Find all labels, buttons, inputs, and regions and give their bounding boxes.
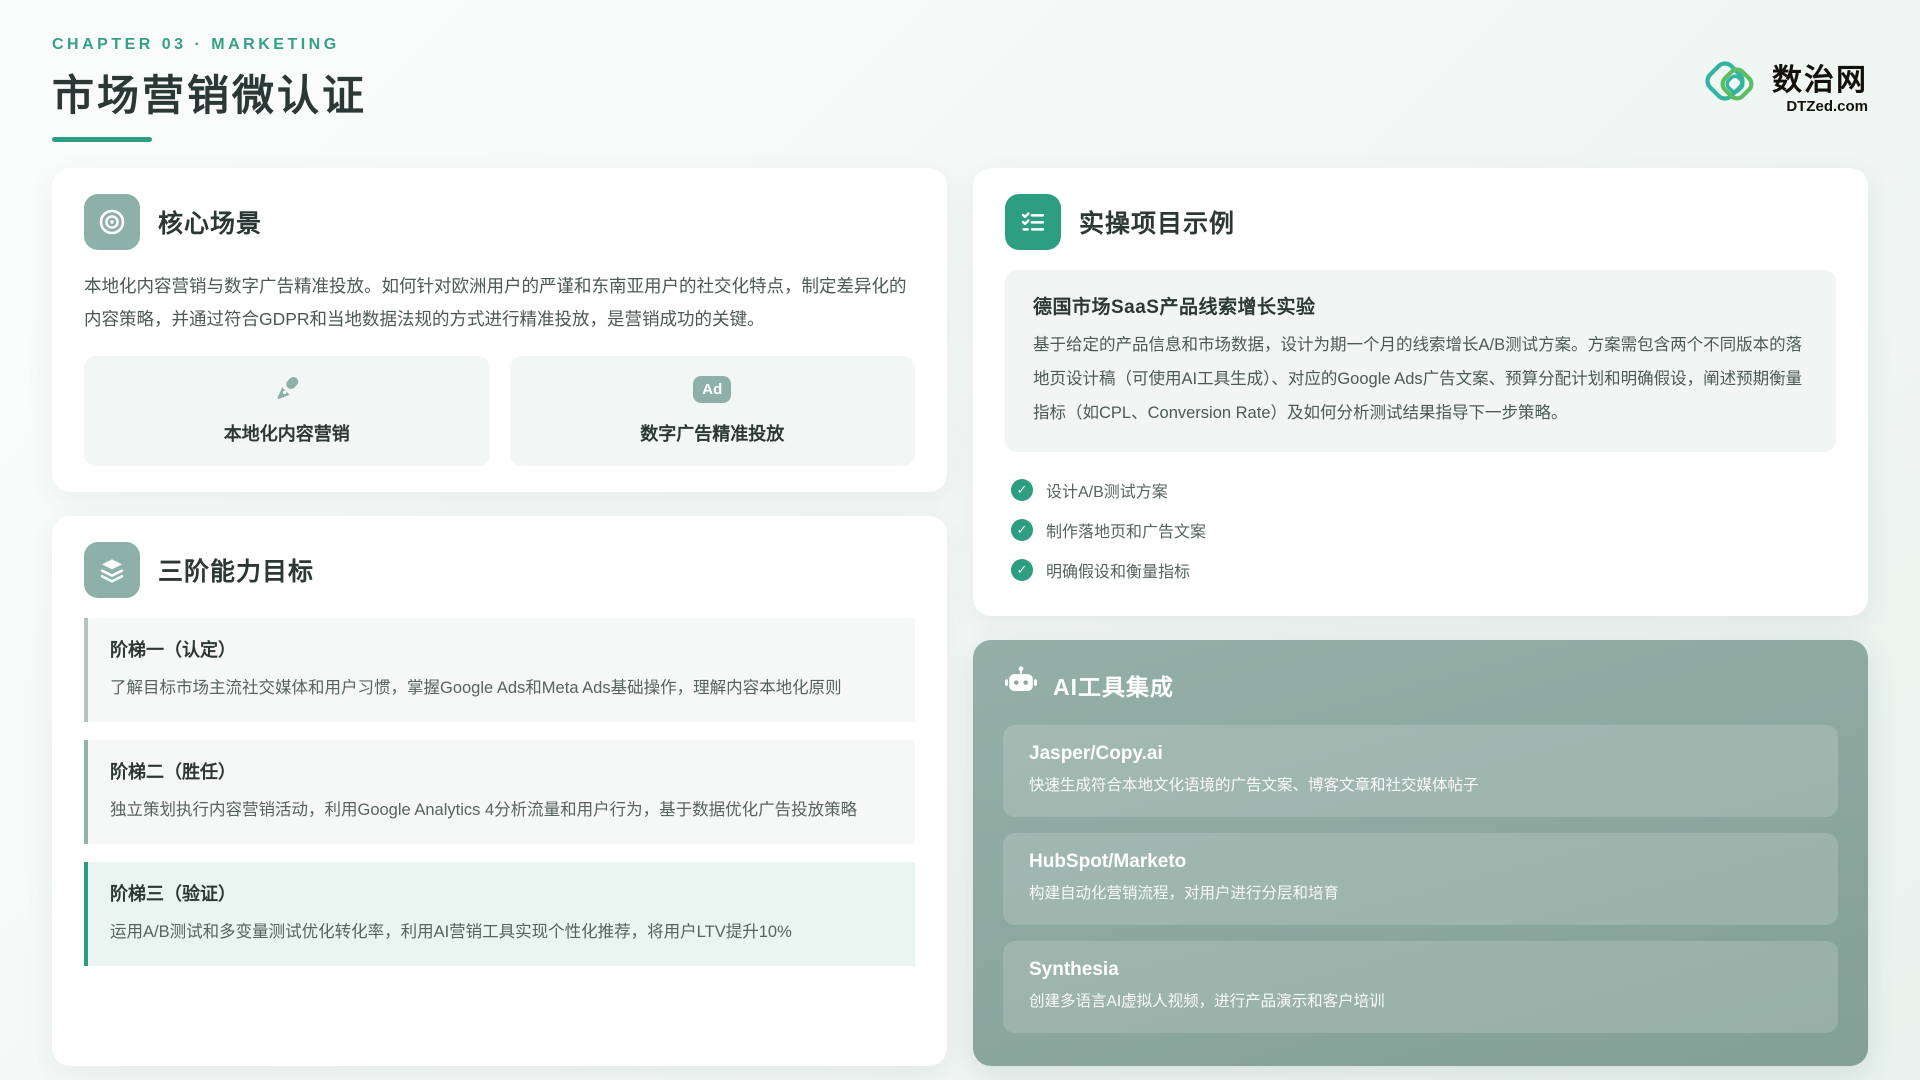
logo-text: 数治网 DTZed.com bbox=[1772, 66, 1868, 114]
site-logo[interactable]: 数治网 DTZed.com bbox=[1698, 54, 1868, 125]
logo-domain: DTZed.com bbox=[1786, 99, 1868, 114]
robot-icon bbox=[1003, 664, 1039, 705]
check-circle-icon: ✓ bbox=[1011, 559, 1033, 581]
stage-name: 阶梯二（胜任） bbox=[110, 758, 893, 784]
tag-label: 本地化内容营销 bbox=[224, 420, 350, 446]
tag-localized-content: 本地化内容营销 bbox=[84, 356, 490, 466]
case-description: 基于给定的产品信息和市场数据，设计为期一个月的线索增长A/B测试方案。方案需包含… bbox=[1033, 329, 1808, 430]
tool-item-hubspot: HubSpot/Marketo 构建自动化营销流程，对用户进行分层和培育 bbox=[1003, 833, 1838, 925]
capability-header: 三阶能力目标 bbox=[84, 542, 915, 598]
logo-name: 数治网 bbox=[1772, 66, 1868, 96]
core-scenario-title: 核心场景 bbox=[158, 204, 262, 240]
core-scenario-card: 核心场景 本地化内容营销与数字广告精准投放。如何针对欧洲用户的严谨和东南亚用户的… bbox=[52, 168, 947, 492]
stage-name: 阶梯一（认定） bbox=[110, 636, 893, 662]
checklist-label: 设计A/B测试方案 bbox=[1046, 478, 1168, 502]
tool-name: Synthesia bbox=[1029, 959, 1812, 981]
title-underline bbox=[52, 137, 152, 142]
logo-mark-icon bbox=[1698, 54, 1764, 125]
project-header: 实操项目示例 bbox=[1005, 194, 1836, 250]
case-panel: 德国市场SaaS产品线索增长实验 基于给定的产品信息和市场数据，设计为期一个月的… bbox=[1005, 270, 1836, 452]
core-scenario-header: 核心场景 bbox=[84, 194, 915, 250]
page-title: 市场营销微认证 bbox=[52, 62, 367, 123]
checklist-label: 制作落地页和广告文案 bbox=[1046, 518, 1206, 542]
check-circle-icon: ✓ bbox=[1011, 479, 1033, 501]
target-icon bbox=[84, 194, 140, 250]
stage-item-2: 阶梯二（胜任） 独立策划执行内容营销活动，利用Google Analytics … bbox=[84, 740, 915, 844]
checklist-label: 明确假设和衡量指标 bbox=[1046, 558, 1190, 582]
capability-title: 三阶能力目标 bbox=[158, 552, 314, 588]
ai-tools-title: AI工具集成 bbox=[1053, 668, 1174, 702]
tool-item-jasper: Jasper/Copy.ai 快速生成符合本地文化语境的广告文案、博客文章和社交… bbox=[1003, 725, 1838, 817]
tool-description: 创建多语言AI虚拟人视频，进行产品演示和客户培训 bbox=[1029, 990, 1812, 1015]
tag-label: 数字广告精准投放 bbox=[640, 420, 784, 446]
stage-description: 了解目标市场主流社交媒体和用户习惯，掌握Google Ads和Meta Ads基… bbox=[110, 672, 893, 704]
project-card: 实操项目示例 德国市场SaaS产品线索增长实验 基于给定的产品信息和市场数据，设… bbox=[973, 168, 1868, 616]
ad-icon: Ad bbox=[693, 374, 731, 406]
project-title: 实操项目示例 bbox=[1079, 204, 1235, 240]
checklist-item-2: ✓ 制作落地页和广告文案 bbox=[1005, 510, 1836, 550]
case-title: 德国市场SaaS产品线索增长实验 bbox=[1033, 292, 1808, 319]
stage-description: 独立策划执行内容营销活动，利用Google Analytics 4分析流量和用户… bbox=[110, 794, 893, 826]
tool-description: 快速生成符合本地文化语境的广告文案、博客文章和社交媒体帖子 bbox=[1029, 774, 1812, 799]
checklist-item-3: ✓ 明确假设和衡量指标 bbox=[1005, 550, 1836, 590]
layers-icon bbox=[84, 542, 140, 598]
tool-name: HubSpot/Marketo bbox=[1029, 851, 1812, 873]
right-column: 实操项目示例 德国市场SaaS产品线索增长实验 基于给定的产品信息和市场数据，设… bbox=[973, 168, 1868, 1066]
core-scenario-description: 本地化内容营销与数字广告精准投放。如何针对欧洲用户的严谨和东南亚用户的社交化特点… bbox=[84, 270, 915, 336]
stage-name: 阶梯三（验证） bbox=[110, 880, 893, 906]
tool-description: 构建自动化营销流程，对用户进行分层和培育 bbox=[1029, 882, 1812, 907]
tag-digital-ads: Ad 数字广告精准投放 bbox=[510, 356, 916, 466]
check-circle-icon: ✓ bbox=[1011, 519, 1033, 541]
checklist-icon bbox=[1005, 194, 1061, 250]
pen-icon bbox=[271, 374, 303, 406]
page: CHAPTER 03 · MARKETING 市场营销微认证 数治网 DTZed… bbox=[0, 0, 1920, 1080]
page-header: CHAPTER 03 · MARKETING 市场营销微认证 数治网 DTZed… bbox=[52, 36, 1868, 142]
stage-description: 运用A/B测试和多变量测试优化转化率，利用AI营销工具实现个性化推荐，将用户LT… bbox=[110, 916, 893, 948]
ai-tools-card: AI工具集成 Jasper/Copy.ai 快速生成符合本地文化语境的广告文案、… bbox=[973, 640, 1868, 1066]
chapter-label: CHAPTER 03 · MARKETING bbox=[52, 36, 367, 54]
header-titles: CHAPTER 03 · MARKETING 市场营销微认证 bbox=[52, 36, 367, 142]
tool-name: Jasper/Copy.ai bbox=[1029, 743, 1812, 765]
stage-item-3: 阶梯三（验证） 运用A/B测试和多变量测试优化转化率，利用AI营销工具实现个性化… bbox=[84, 862, 915, 966]
capability-card: 三阶能力目标 阶梯一（认定） 了解目标市场主流社交媒体和用户习惯，掌握Googl… bbox=[52, 516, 947, 1066]
tool-item-synthesia: Synthesia 创建多语言AI虚拟人视频，进行产品演示和客户培训 bbox=[1003, 941, 1838, 1033]
checklist-item-1: ✓ 设计A/B测试方案 bbox=[1005, 470, 1836, 510]
stage-item-1: 阶梯一（认定） 了解目标市场主流社交媒体和用户习惯，掌握Google Ads和M… bbox=[84, 618, 915, 722]
left-column: 核心场景 本地化内容营销与数字广告精准投放。如何针对欧洲用户的严谨和东南亚用户的… bbox=[52, 168, 947, 1066]
scenario-tag-row: 本地化内容营销 Ad 数字广告精准投放 bbox=[84, 356, 915, 466]
ai-tools-header: AI工具集成 bbox=[1003, 664, 1838, 705]
